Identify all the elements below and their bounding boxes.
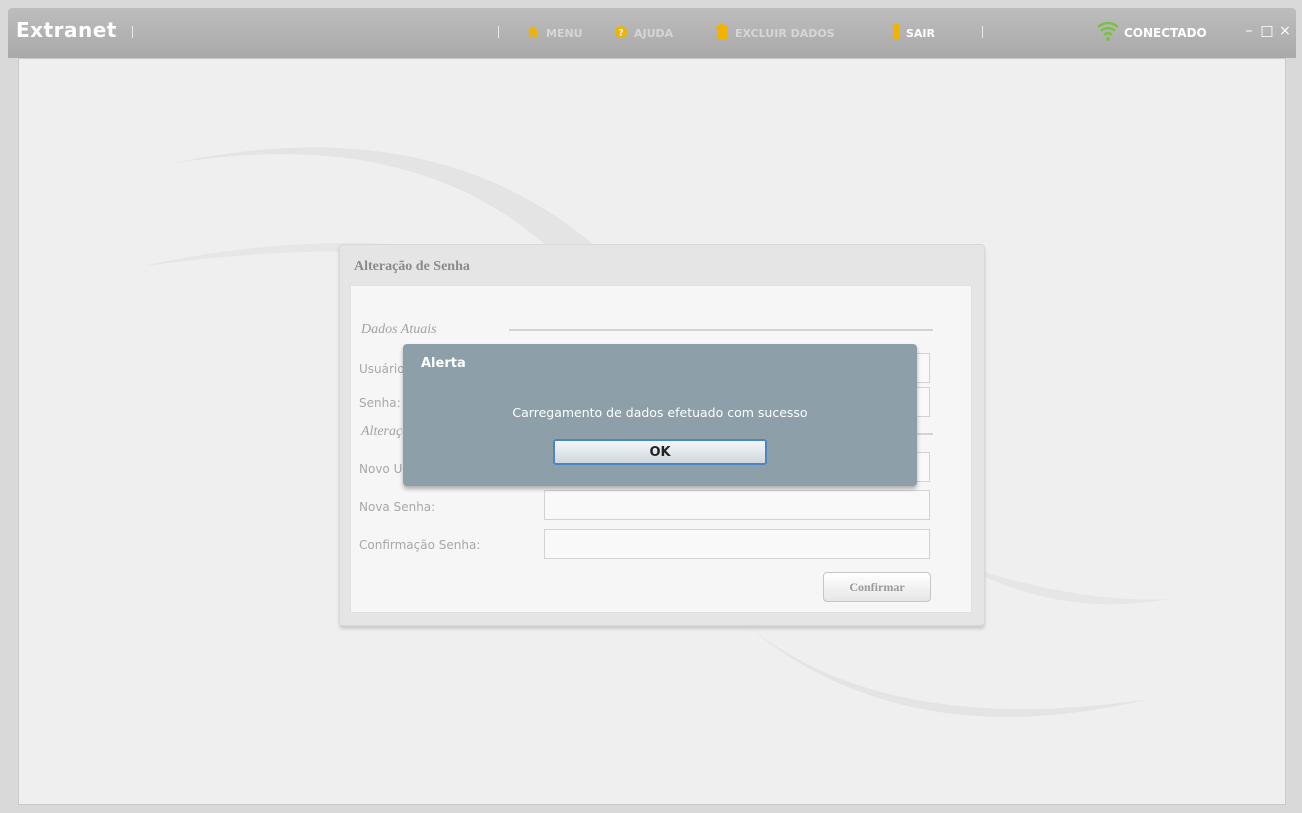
- minimize-icon[interactable]: –: [1242, 23, 1256, 39]
- maximize-icon[interactable]: □: [1260, 23, 1274, 39]
- confirm-password-label: Confirmação Senha:: [359, 538, 481, 552]
- exit-icon: [892, 23, 900, 43]
- app-title: Extranet: [16, 18, 117, 42]
- trash-icon: [715, 23, 729, 43]
- help-icon: ?: [614, 25, 628, 42]
- alert-message: Carregamento de dados efetuado com suces…: [512, 405, 808, 420]
- menu-separator-right: [982, 26, 983, 38]
- help-button[interactable]: ? AJUDA: [614, 24, 673, 42]
- ok-button[interactable]: OK: [553, 439, 767, 465]
- confirm-password-field[interactable]: [544, 529, 930, 559]
- svg-text:?: ?: [618, 28, 623, 38]
- alert-dialog: Alerta Carregamento de dados efetuado co…: [403, 344, 917, 486]
- section-divider: [509, 329, 933, 331]
- password-label: Senha:: [359, 396, 401, 410]
- wifi-signal-icon: [1096, 21, 1120, 46]
- delete-data-button[interactable]: EXCLUIR DADOS: [715, 23, 835, 43]
- exit-label: SAIR: [906, 26, 935, 40]
- menu-button[interactable]: MENU: [526, 24, 583, 42]
- delete-data-label: EXCLUIR DADOS: [735, 26, 835, 40]
- home-icon: [526, 25, 540, 42]
- confirm-button[interactable]: Confirmar: [823, 572, 931, 602]
- panel-title: Alteração de Senha: [354, 259, 470, 274]
- menu-separator-left: [498, 26, 499, 38]
- titlebar-separator: [132, 26, 133, 38]
- new-password-field[interactable]: [544, 490, 930, 520]
- connection-status: CONECTADO: [1096, 21, 1207, 46]
- username-label: Usuário:: [359, 362, 409, 376]
- close-icon[interactable]: ×: [1278, 23, 1292, 39]
- section-current-data: Dados Atuais: [361, 322, 437, 337]
- connection-status-label: CONECTADO: [1124, 26, 1207, 40]
- menu-label: MENU: [546, 26, 583, 40]
- exit-button[interactable]: SAIR: [892, 23, 935, 43]
- new-password-label: Nova Senha:: [359, 500, 436, 514]
- help-label: AJUDA: [634, 26, 674, 40]
- alert-title: Alerta: [421, 356, 466, 371]
- window-titlebar: Extranet MENU ? AJUDA EXCLUIR DADOS SAIR: [8, 8, 1296, 58]
